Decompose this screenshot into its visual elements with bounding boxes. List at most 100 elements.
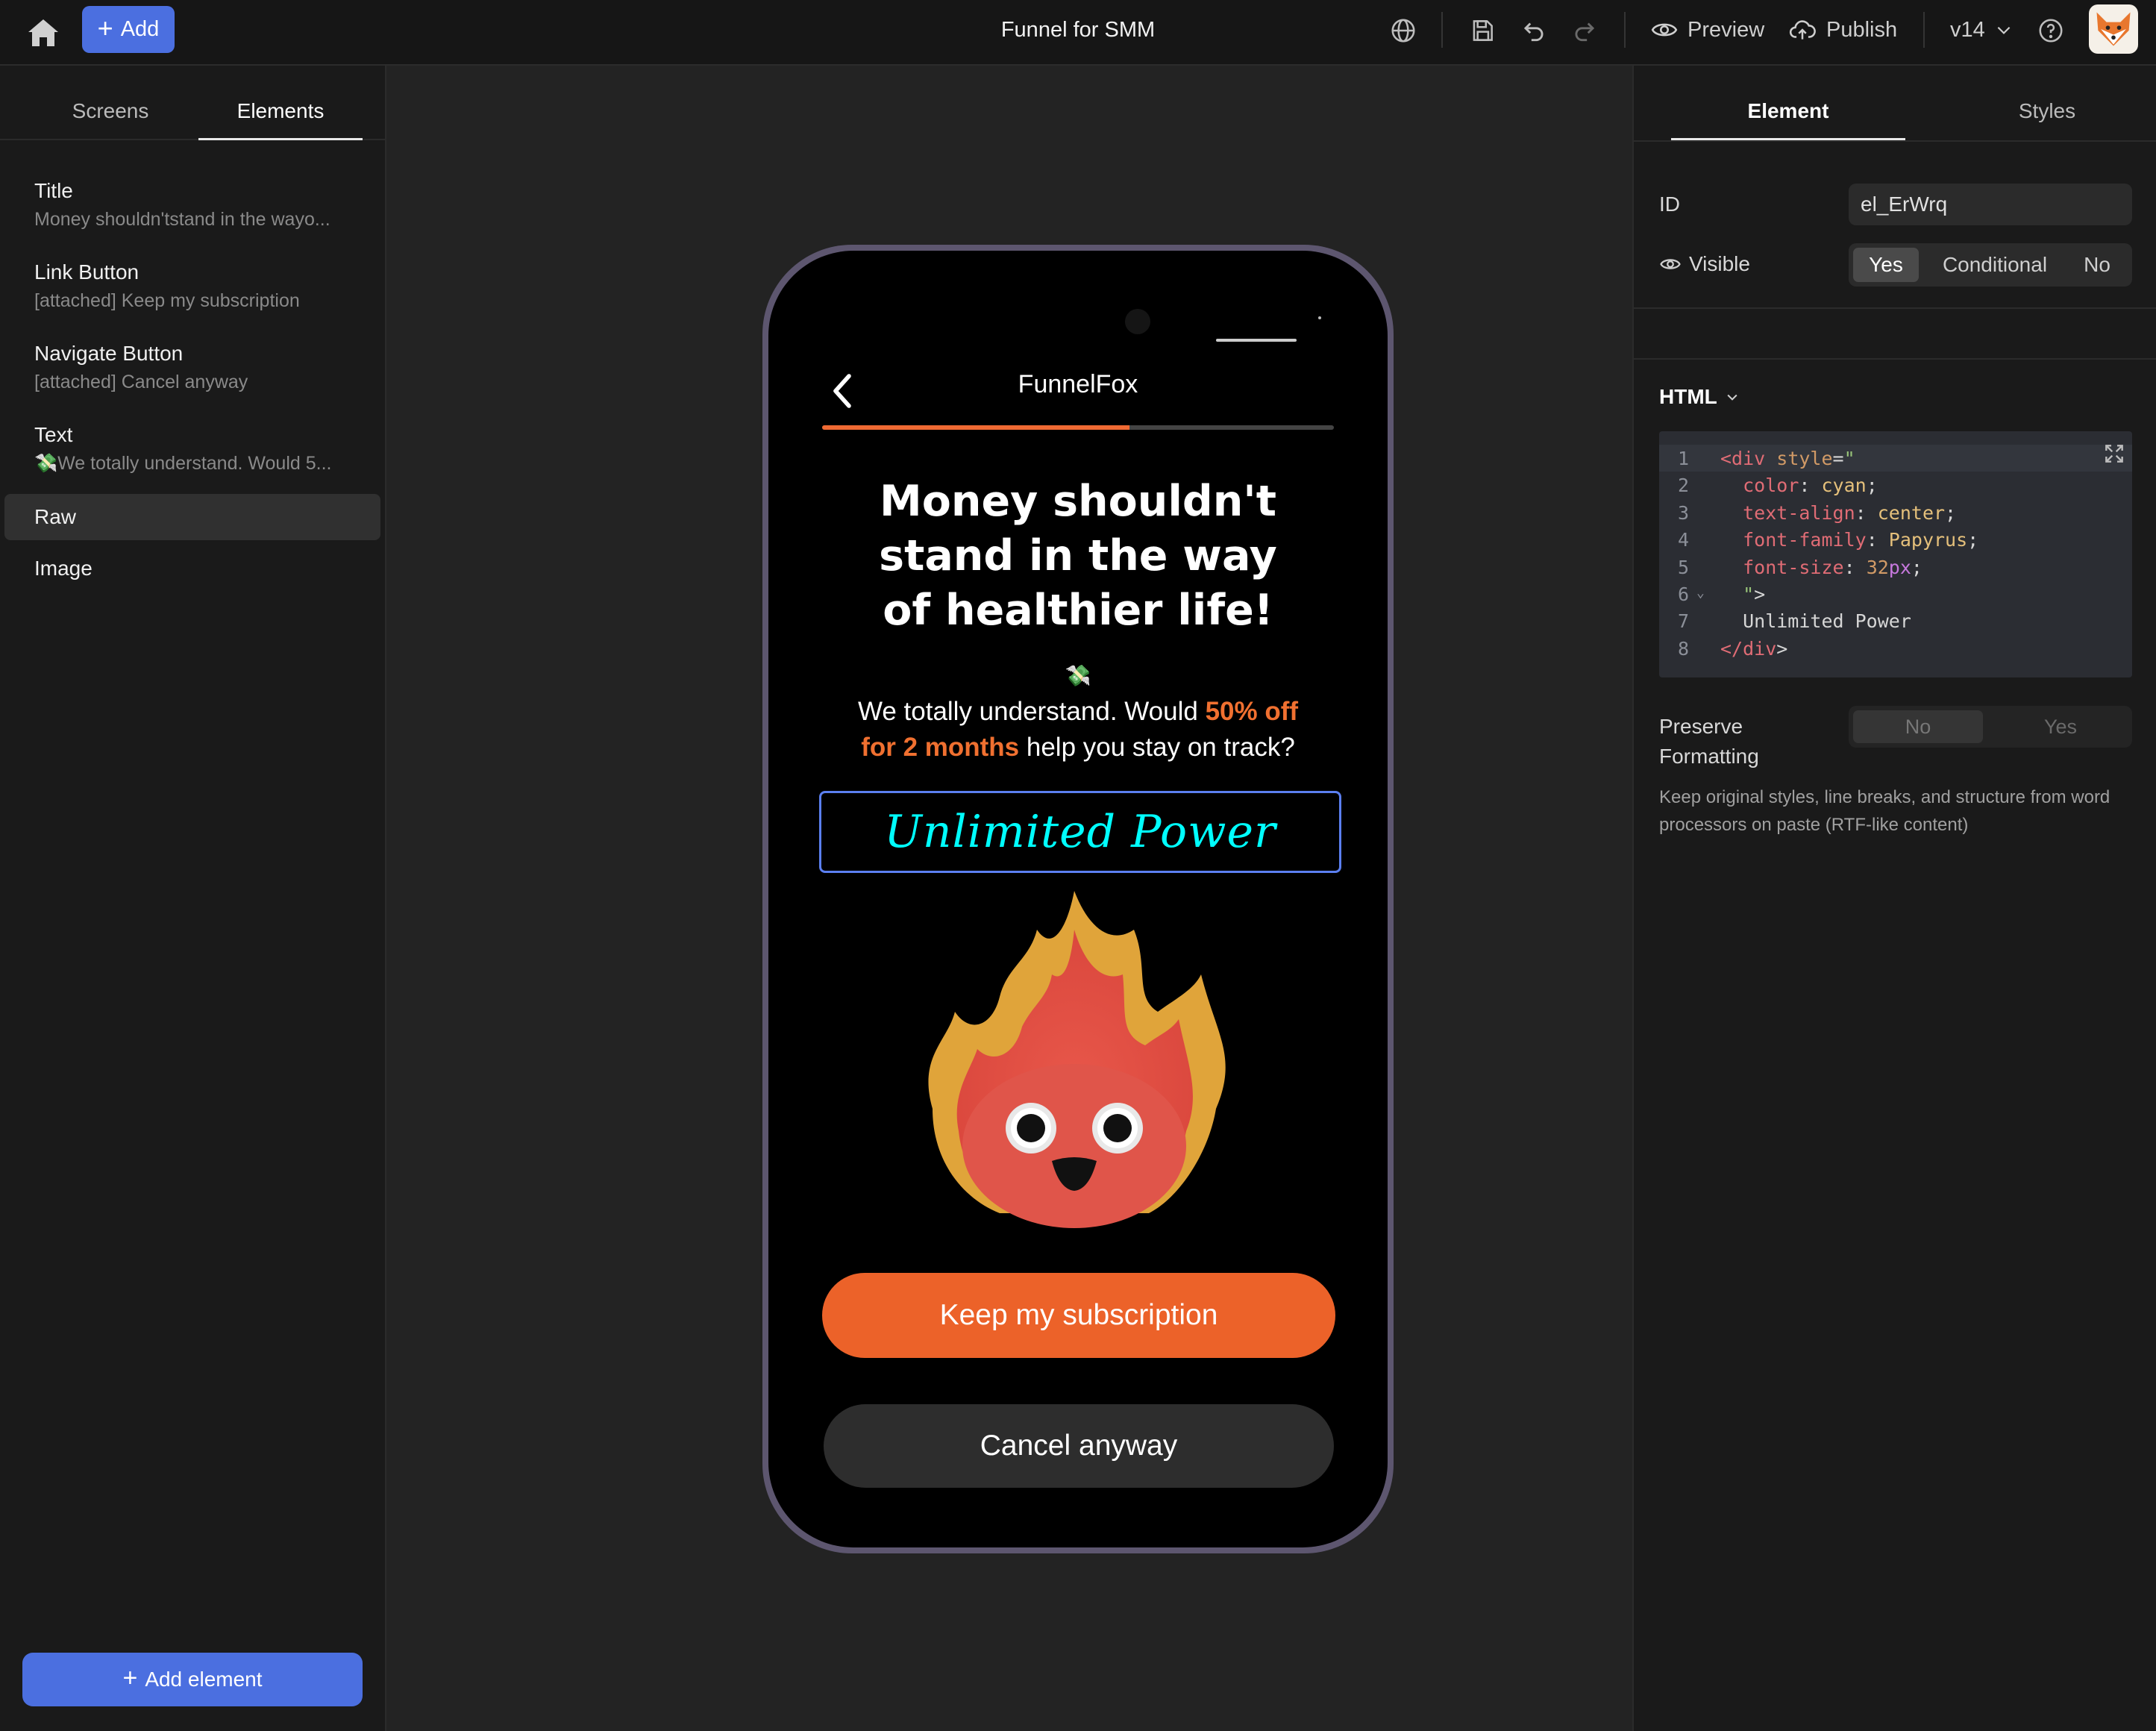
project-title: Funnel for SMM <box>1000 18 1156 42</box>
preserve-formatting-label: Preserve Formatting <box>1659 715 1759 768</box>
element-item-preview: Money shouldn'tstand in the wayo... <box>34 209 330 230</box>
element-item-raw[interactable]: Raw <box>4 494 380 540</box>
raw-text: Unlimited Power <box>884 806 1276 858</box>
html-label: HTML <box>1659 385 1717 408</box>
divider <box>1923 12 1925 48</box>
subtext-part: help you stay on track? <box>1019 733 1295 762</box>
code-line: </div> <box>1720 638 1788 660</box>
chevron-down-icon <box>1997 26 2011 34</box>
line-number: 6 <box>1677 583 1689 605</box>
chevron-down-icon <box>1727 394 1737 401</box>
headline: Money shouldn't stand in the way of heal… <box>821 475 1335 638</box>
eye-icon <box>1660 259 1681 269</box>
element-item-text[interactable]: Text 💸We totally understand. Would 5... <box>4 423 380 475</box>
expand-icon[interactable] <box>2102 442 2126 466</box>
top-bar: + Add Funnel for SMM Preview Publish v14 <box>0 0 2156 66</box>
preserve-option-yes[interactable]: Yes <box>1993 710 2128 743</box>
progress-fill <box>822 425 1129 430</box>
left-tabs: Screens Elements <box>0 66 385 140</box>
redo-icon[interactable] <box>1570 16 1599 45</box>
subtext-part: We totally understand. Would <box>857 697 1206 726</box>
add-element-button[interactable]: + Add element <box>22 1653 363 1706</box>
raw-element-selected[interactable]: Unlimited Power <box>819 791 1341 873</box>
headline-line: of healthier life! <box>883 586 1273 635</box>
version-label: v14 <box>1950 17 1985 42</box>
tab-elements[interactable]: Elements <box>198 66 363 140</box>
visible-label: Visible <box>1689 252 1750 275</box>
preview-button[interactable]: Preview <box>1650 10 1764 49</box>
code-line: <div style=" <box>1720 448 1855 469</box>
html-section-toggle[interactable]: HTML <box>1659 385 1740 409</box>
progress-bar <box>822 425 1334 430</box>
element-item-name: Image <box>34 557 93 580</box>
add-element-label: Add element <box>145 1668 263 1691</box>
phone-screen: FunnelFox Money shouldn't stand in the w… <box>768 251 1388 1547</box>
line-number: 7 <box>1677 610 1689 632</box>
headline-line: stand in the way <box>879 531 1277 580</box>
avatar[interactable] <box>2089 4 2138 54</box>
id-label: ID <box>1659 192 1680 216</box>
code-line: Unlimited Power <box>1720 610 1911 632</box>
divider <box>1624 12 1626 48</box>
element-item-name: Navigate Button <box>34 342 184 365</box>
code-line: font-size: 32px; <box>1743 557 1922 578</box>
cloud-upload-icon <box>1789 20 1816 40</box>
globe-icon[interactable] <box>1389 16 1417 45</box>
fold-chevron-icon[interactable]: ⌄ <box>1696 585 1705 601</box>
id-field[interactable]: el_ErWrq <box>1849 184 2132 225</box>
left-panel: Screens Elements Title Money shouldn'tst… <box>0 66 386 1731</box>
help-icon[interactable] <box>2037 16 2065 45</box>
element-item-name: Link Button <box>34 260 140 284</box>
tab-element[interactable]: Element <box>1671 66 1905 140</box>
line-number: 5 <box>1677 557 1689 578</box>
element-item-title[interactable]: Title Money shouldn'tstand in the wayo..… <box>4 179 380 231</box>
code-line: font-family: Papyrus; <box>1743 529 1979 551</box>
visible-option-conditional[interactable]: Conditional <box>1928 248 2062 282</box>
line-number: 8 <box>1677 638 1689 660</box>
plus-icon: + <box>122 1664 138 1692</box>
status-dot <box>1318 316 1321 319</box>
element-item-name: Raw <box>34 505 77 528</box>
phone-preview: FunnelFox Money shouldn't stand in the w… <box>762 245 1394 1553</box>
cancel-anyway-button[interactable]: Cancel anyway <box>824 1404 1334 1488</box>
element-item-link-button[interactable]: Link Button [attached] Keep my subscript… <box>4 260 380 312</box>
tab-screens[interactable]: Screens <box>52 66 169 139</box>
status-indicator <box>1216 339 1297 342</box>
element-item-preview: [attached] Keep my subscription <box>34 290 300 311</box>
add-button-label: Add <box>120 17 160 41</box>
camera-dot <box>1125 309 1150 334</box>
element-item-name: Text <box>34 423 73 446</box>
add-button[interactable]: + Add <box>82 6 175 53</box>
code-line: "> <box>1743 583 1766 605</box>
divider <box>1441 12 1443 48</box>
save-icon[interactable] <box>1468 16 1497 45</box>
element-item-navigate-button[interactable]: Navigate Button [attached] Cancel anyway <box>4 342 380 393</box>
tab-styles[interactable]: Styles <box>1935 66 2156 140</box>
element-item-preview: [attached] Cancel anyway <box>34 372 248 392</box>
line-number: 4 <box>1677 529 1689 551</box>
visible-label-group: Visible <box>1659 252 1750 276</box>
publish-label: Publish <box>1826 17 1898 42</box>
line-number: 3 <box>1677 502 1689 524</box>
version-dropdown[interactable]: v14 <box>1950 10 2014 49</box>
line-number: 1 <box>1677 448 1689 469</box>
visible-option-no[interactable]: No <box>2066 248 2128 282</box>
fox-avatar-icon <box>2096 12 2131 46</box>
right-panel: Element Styles ID el_ErWrq Visible Yes C… <box>1632 66 2156 1731</box>
app-title: FunnelFox <box>1018 370 1138 398</box>
html-code-editor[interactable]: 1 2 3 4 5 6 ⌄ 7 8 <div style=" color: cy… <box>1659 431 2132 677</box>
element-item-image[interactable]: Image <box>4 557 380 580</box>
eye-icon <box>1651 23 1678 37</box>
visible-option-yes[interactable]: Yes <box>1853 248 1919 282</box>
undo-icon[interactable] <box>1520 16 1548 45</box>
home-icon[interactable] <box>25 15 61 51</box>
keep-subscription-button[interactable]: Keep my subscription <box>822 1273 1335 1358</box>
divider <box>1634 358 2156 360</box>
headline-line: Money shouldn't <box>880 477 1276 526</box>
preserve-option-no[interactable]: No <box>1853 710 1983 743</box>
plus-icon: + <box>97 12 113 43</box>
publish-button[interactable]: Publish <box>1787 10 1897 49</box>
element-item-name: Title <box>34 179 73 202</box>
visible-segmented-control: Yes Conditional No <box>1849 243 2132 287</box>
duration-highlight: for 2 months <box>861 733 1020 762</box>
